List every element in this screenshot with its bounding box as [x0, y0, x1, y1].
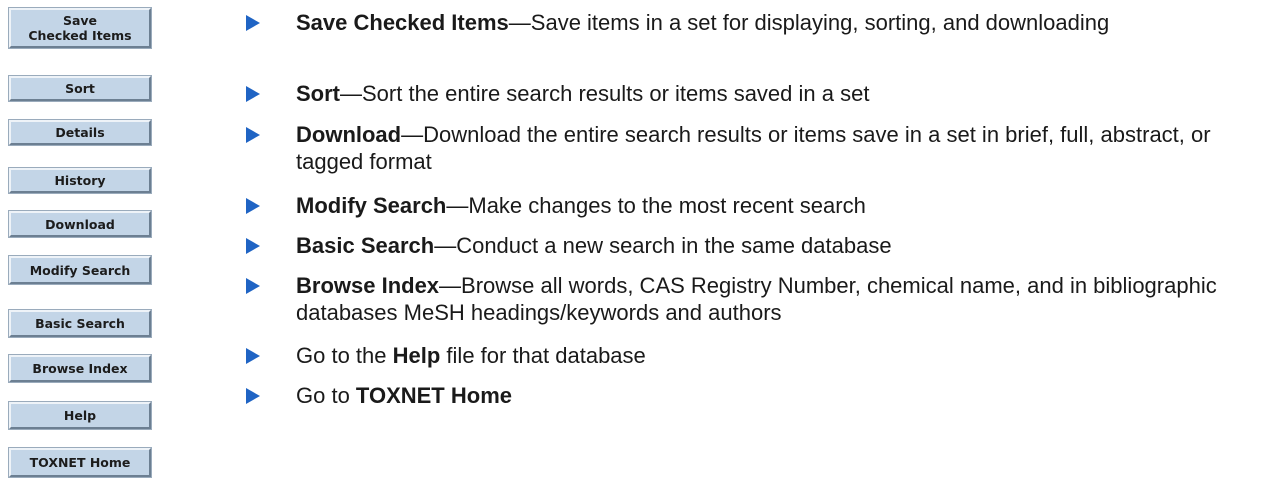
description-text: —Download the entire search results or i… [296, 122, 1211, 174]
basic-search-button[interactable]: Basic Search [8, 309, 152, 338]
description-term: Basic Search [296, 233, 435, 258]
triangle-bullet-icon [246, 238, 260, 254]
description-term: Browse Index [296, 273, 440, 298]
sort-button[interactable]: Sort [8, 75, 152, 102]
description-item-sort: Sort—Sort the entire search results or i… [246, 80, 1256, 107]
help-button[interactable]: Help [8, 401, 152, 430]
description-term: Sort [296, 81, 340, 106]
triangle-bullet-icon [246, 388, 260, 404]
description-item-browse-index: Browse Index—Browse all words, CAS Regis… [246, 272, 1256, 326]
details-button-label: Details [55, 125, 105, 140]
description-term: TOXNET Home [355, 383, 512, 408]
triangle-bullet-icon [246, 86, 260, 102]
description-item-save-checked-items: Save Checked Items—Save items in a set f… [246, 9, 1256, 36]
description-term: Save Checked Items [296, 10, 509, 35]
description-text: —Make changes to the most recent search [446, 193, 866, 218]
toxnet-home-button-label: TOXNET Home [29, 455, 131, 470]
details-button[interactable]: Details [8, 119, 152, 146]
description-prefix: Go to [296, 383, 356, 408]
description-suffix: file for that database [440, 343, 646, 368]
description-prefix: Go to the [296, 343, 393, 368]
browse-index-button-label: Browse Index [32, 361, 128, 376]
description-term: Help [392, 343, 441, 368]
description-item-download: Download—Download the entire search resu… [246, 121, 1256, 175]
browse-index-button[interactable]: Browse Index [8, 354, 152, 383]
description-term: Download [296, 122, 402, 147]
description-text: —Conduct a new search in the same databa… [434, 233, 892, 258]
modify-search-button[interactable]: Modify Search [8, 255, 152, 285]
toxnet-home-button[interactable]: TOXNET Home [8, 447, 152, 478]
triangle-bullet-icon [246, 278, 260, 294]
save-checked-items-label-line2: Checked Items [28, 28, 132, 43]
help-button-label: Help [63, 408, 97, 423]
history-button[interactable]: History [8, 167, 152, 194]
triangle-bullet-icon [246, 198, 260, 214]
description-item-basic-search: Basic Search—Conduct a new search in the… [246, 232, 1256, 259]
modify-search-button-label: Modify Search [29, 262, 131, 278]
save-checked-items-button[interactable]: Save Checked Items [8, 7, 152, 49]
download-button-label: Download [45, 216, 115, 232]
description-item-toxnet-home: Go to TOXNET Home [246, 382, 1256, 409]
description-item-help: Go to the Help file for that database [246, 342, 1256, 369]
description-text: —Sort the entire search results or items… [340, 81, 870, 106]
save-checked-items-label-line1: Save [62, 13, 98, 28]
history-button-label: History [54, 173, 106, 188]
description-term: Modify Search [296, 193, 447, 218]
description-text: —Save items in a set for displaying, sor… [508, 10, 1110, 35]
download-button[interactable]: Download [8, 210, 152, 238]
sort-button-label: Sort [65, 81, 95, 96]
basic-search-button-label: Basic Search [35, 316, 125, 331]
description-item-modify-search: Modify Search—Make changes to the most r… [246, 192, 1256, 219]
triangle-bullet-icon [246, 15, 260, 31]
triangle-bullet-icon [246, 127, 260, 143]
triangle-bullet-icon [246, 348, 260, 364]
